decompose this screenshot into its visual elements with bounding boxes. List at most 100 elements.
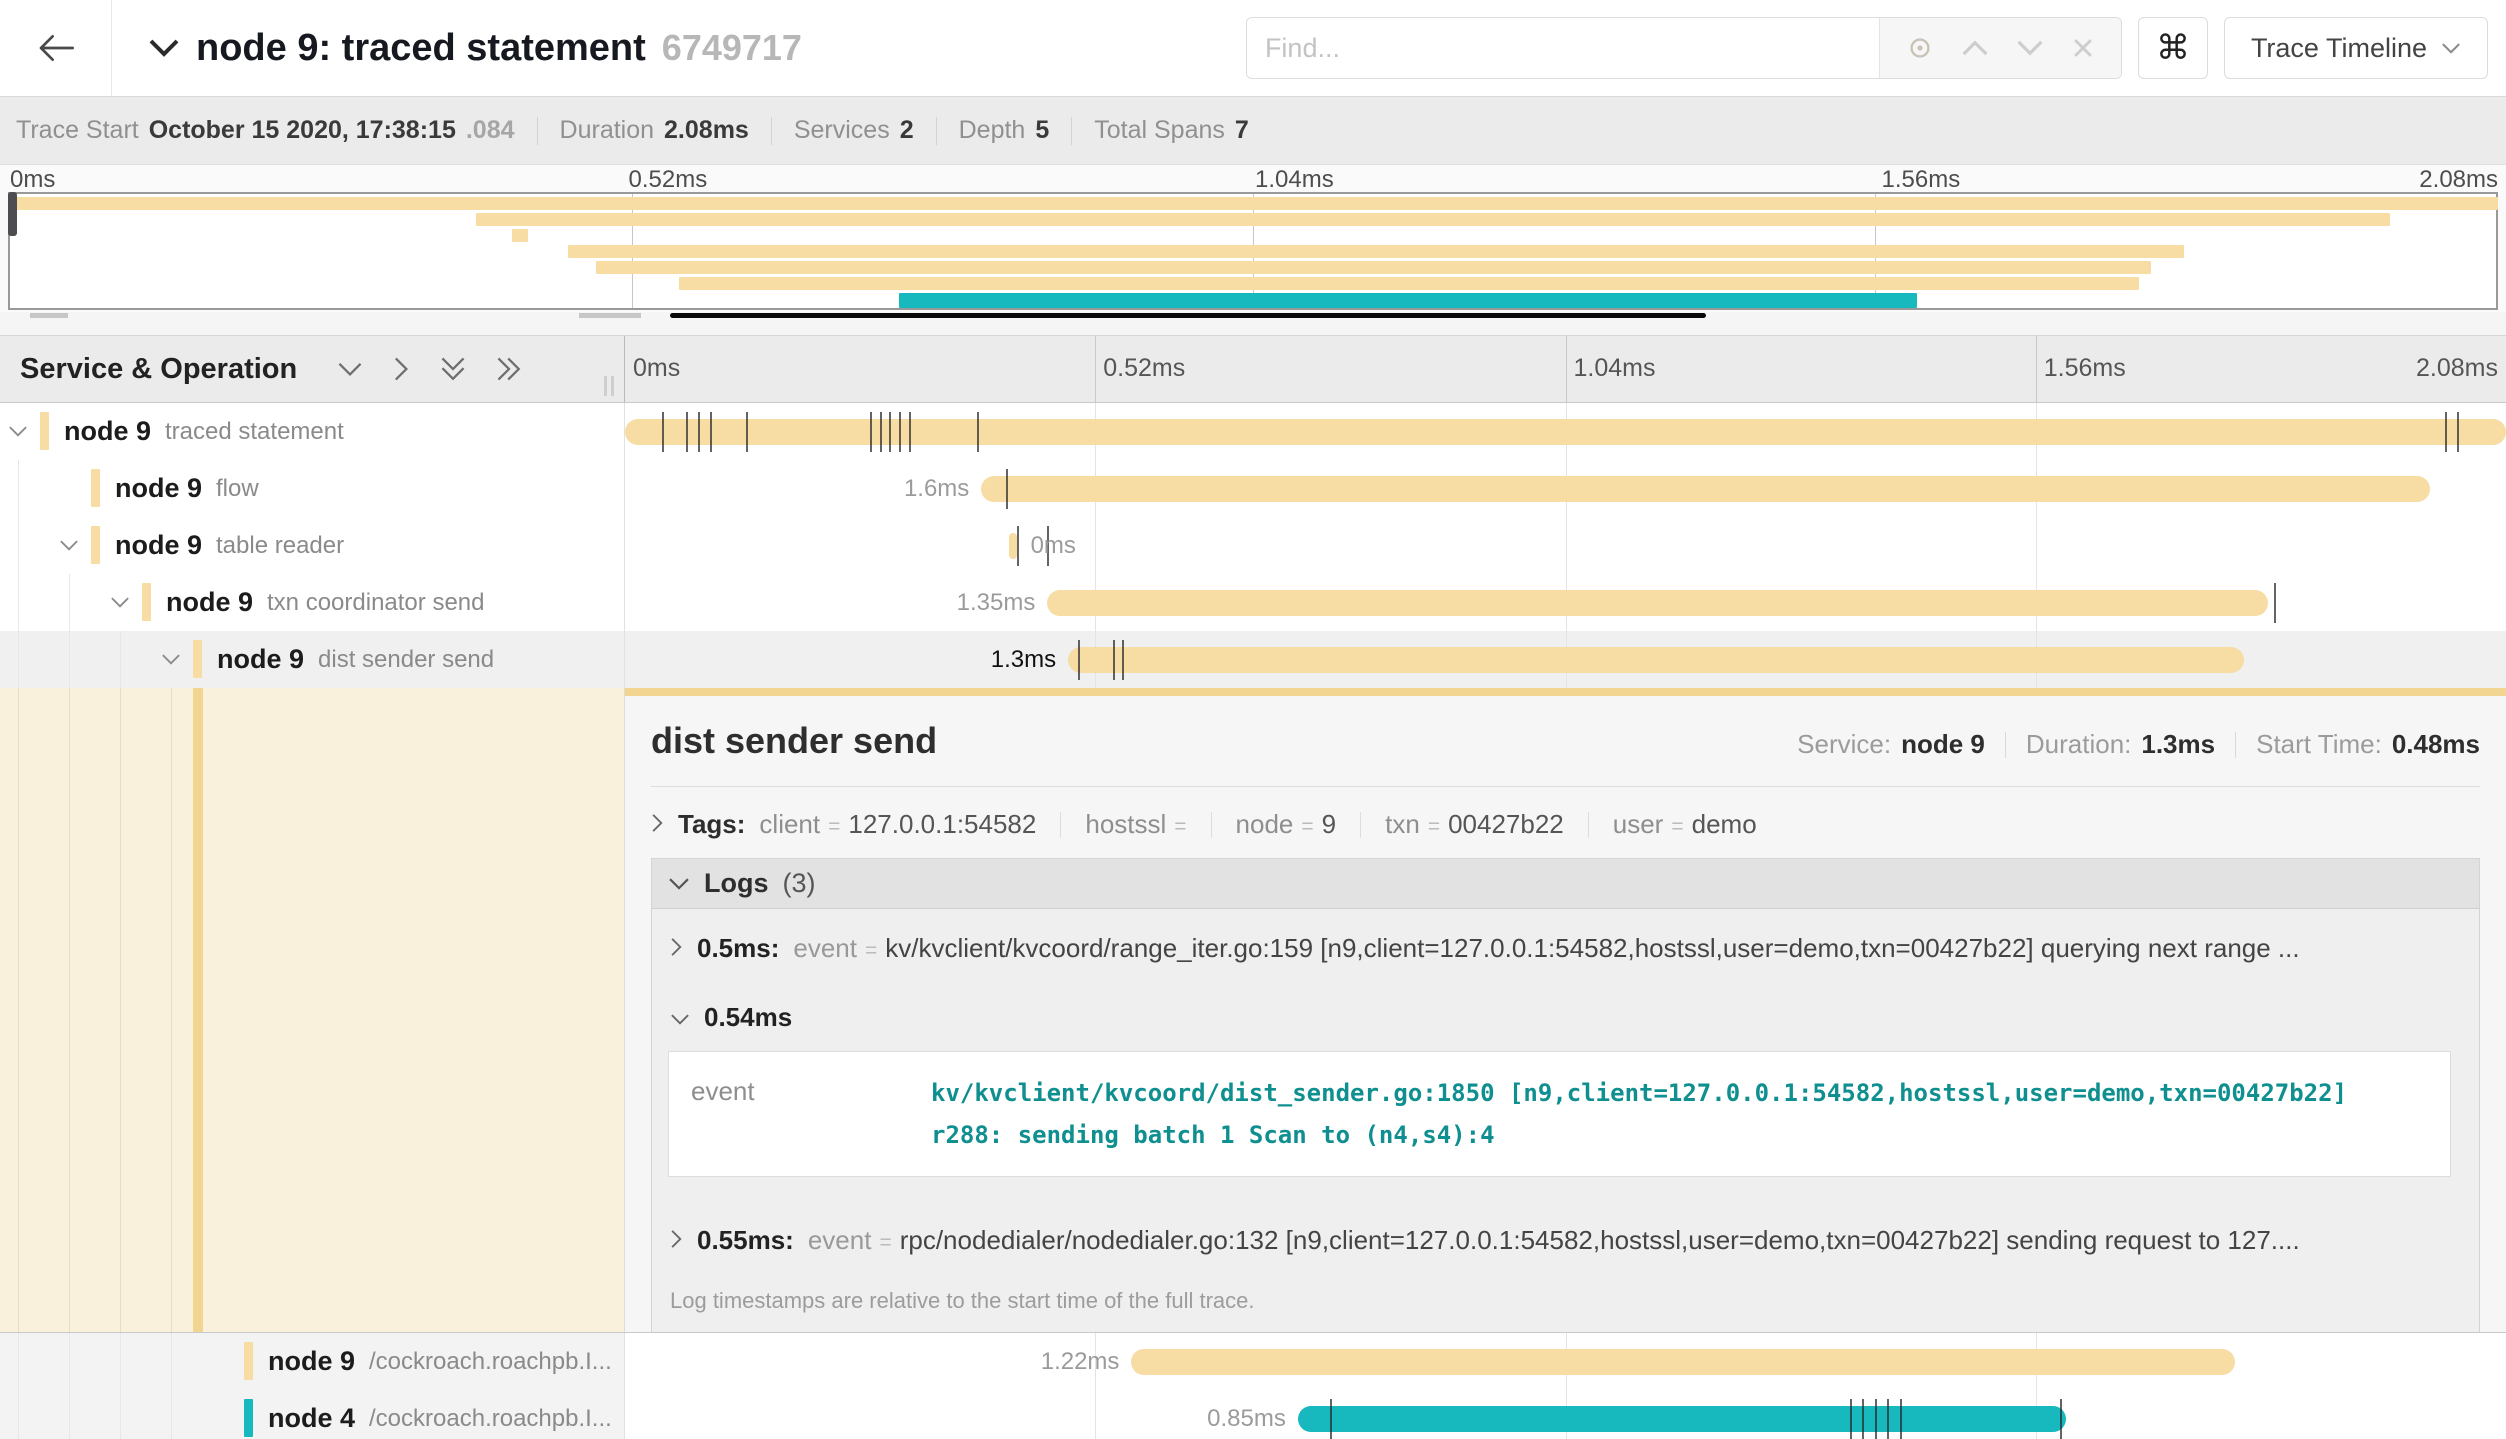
find-input[interactable] <box>1247 18 1879 78</box>
span-color-bar <box>244 1399 253 1437</box>
span-name-cell[interactable]: node 9flow <box>0 460 625 517</box>
keyboard-shortcuts-button[interactable]: ⌘ <box>2138 17 2208 79</box>
tag-divider <box>1360 812 1361 838</box>
span-color-bar <box>142 583 151 621</box>
meta-label: Duration: <box>2026 729 2132 760</box>
tag-key: node <box>1236 809 1294 840</box>
span-timeline-cell[interactable]: 1.22ms <box>625 1333 2506 1390</box>
span-row[interactable]: node 9/cockroach.roachpb.I...1.22ms <box>0 1333 2506 1390</box>
span-timeline-cell[interactable] <box>625 403 2506 460</box>
column-resizer-grip[interactable] <box>604 376 614 396</box>
span-detail-title: dist sender send <box>651 720 937 762</box>
find-clear-icon[interactable] <box>2072 37 2094 59</box>
timeline-ruler: 0ms0.52ms1.04ms1.56ms2.08ms <box>625 336 2506 402</box>
span-name-cell[interactable]: node 9traced statement <box>0 403 625 460</box>
tag-item[interactable]: hostssl= <box>1085 809 1186 840</box>
minimap-canvas[interactable] <box>8 192 2498 310</box>
tag-item[interactable]: txn=00427b22 <box>1385 809 1564 840</box>
equals-sign: = <box>828 815 840 839</box>
span-timeline-cell[interactable]: 0ms <box>625 517 2506 574</box>
tags-row[interactable]: Tags:client=127.0.0.1:54582hostssl=node=… <box>651 809 2480 840</box>
log-marker-tick <box>1875 1399 1877 1439</box>
tree-guide-line <box>18 1333 19 1390</box>
span-row[interactable]: node 9txn coordinator send1.35ms <box>0 574 2506 631</box>
find-prev-icon[interactable] <box>1961 39 1989 57</box>
tree-guide-line <box>18 1390 19 1439</box>
view-selector-button[interactable]: Trace Timeline <box>2224 17 2488 79</box>
summary-value: 2.08ms <box>664 116 749 145</box>
summary-value: 5 <box>1035 116 1049 145</box>
log-entry[interactable]: 0.55ms:event=rpc/nodedialer/nodedialer.g… <box>652 1201 2479 1278</box>
span-duration-bar[interactable] <box>625 419 2506 445</box>
logs-header[interactable]: Logs (3) <box>652 859 2479 909</box>
trace-timeline-page: node 9: traced statement 6749717 ⌘ Trace… <box>0 0 2506 1439</box>
tree-guide-line <box>120 631 121 688</box>
summary-label: Trace Start <box>16 116 139 145</box>
collapse-trace-chevron-icon[interactable] <box>148 38 180 58</box>
span-expand-chevron-icon[interactable] <box>161 653 181 666</box>
collapse-all-icon[interactable] <box>440 356 466 382</box>
span-expand-chevron-icon[interactable] <box>8 425 28 438</box>
span-row[interactable]: node 9table reader0ms <box>0 517 2506 574</box>
span-name-cell[interactable]: node 9dist sender send <box>0 631 625 688</box>
tag-divider <box>1588 812 1589 838</box>
span-name-cell[interactable]: node 9txn coordinator send <box>0 574 625 631</box>
tag-item[interactable]: client=127.0.0.1:54582 <box>759 809 1036 840</box>
minimap-drag-handle[interactable] <box>579 313 641 318</box>
span-timeline-cell[interactable]: 1.35ms <box>625 574 2506 631</box>
span-duration-bar[interactable] <box>981 476 2430 502</box>
span-expand-chevron-icon[interactable] <box>59 539 79 552</box>
log-marker-tick <box>710 412 712 452</box>
span-name-cell[interactable]: node 4/cockroach.roachpb.I... <box>0 1390 625 1439</box>
span-row[interactable]: node 9flow1.6ms <box>0 460 2506 517</box>
tag-item[interactable]: node=9 <box>1236 809 1337 840</box>
log-marker-tick <box>1900 1399 1902 1439</box>
tags-label: Tags: <box>678 809 745 840</box>
summary-value: 7 <box>1235 116 1249 145</box>
collapse-one-icon[interactable] <box>337 361 363 378</box>
span-duration-bar[interactable] <box>1009 533 1016 559</box>
tag-item[interactable]: user=demo <box>1613 809 1757 840</box>
span-name-cell[interactable]: node 9table reader <box>0 517 625 574</box>
ruler-tick-label: 1.04ms <box>1574 354 1656 383</box>
log-marker-tick <box>686 412 688 452</box>
span-timeline-cell[interactable]: 1.3ms <box>625 631 2506 688</box>
minimap-scrubber-handle[interactable] <box>8 192 17 236</box>
meta-label: Start Time: <box>2256 729 2382 760</box>
log-entry[interactable]: 0.5ms:event=kv/kvclient/kvcoord/range_it… <box>652 909 2479 986</box>
span-row[interactable]: node 9traced statement <box>0 403 2506 460</box>
tree-guide-line <box>171 1390 172 1439</box>
span-color-bar <box>40 412 49 450</box>
tree-guide-line <box>69 574 70 631</box>
span-color-bar <box>91 526 100 564</box>
find-next-icon[interactable] <box>2016 39 2044 57</box>
span-row[interactable]: node 9dist sender send1.3ms <box>0 631 2506 688</box>
ruler-tick-label: 0.52ms <box>1103 354 1185 383</box>
tree-guide-line <box>18 517 19 574</box>
summary-item: Total Spans7 <box>1094 116 1249 145</box>
minimap-span-bar <box>568 245 2184 258</box>
back-button[interactable] <box>0 0 112 96</box>
find-focus-icon[interactable] <box>1907 35 1933 61</box>
expand-one-icon[interactable] <box>393 356 410 382</box>
span-expand-chevron-icon[interactable] <box>110 596 130 609</box>
log-marker-tick <box>2274 583 2276 623</box>
selected-span-guide-stripe <box>193 688 203 1332</box>
span-timeline-cell[interactable]: 1.6ms <box>625 460 2506 517</box>
minimap-drag-handle[interactable] <box>30 313 68 318</box>
summary-value-suffix: .084 <box>466 116 515 145</box>
span-duration-bar[interactable] <box>1047 590 2268 616</box>
span-detail-row: dist sender send Service:node 9Duration:… <box>0 688 2506 1333</box>
span-duration-bar[interactable] <box>1298 1406 2067 1432</box>
scroll-position-indicator[interactable] <box>670 313 1706 318</box>
logs-footnote: Log timestamps are relative to the start… <box>652 1278 2479 1332</box>
span-timeline-cell[interactable]: 0.85ms <box>625 1390 2506 1439</box>
span-duration-bar[interactable] <box>1068 647 2244 673</box>
span-duration-bar[interactable] <box>1131 1349 2234 1375</box>
expand-all-icon[interactable] <box>496 356 522 382</box>
span-row[interactable]: node 4/cockroach.roachpb.I...0.85ms <box>0 1390 2506 1439</box>
log-entry-expanded-header[interactable]: 0.54ms <box>652 986 2479 1047</box>
summary-item: Trace StartOctober 15 2020, 17:38:15.084 <box>16 116 515 145</box>
service-operation-header: Service & Operation <box>0 336 625 402</box>
span-name-cell[interactable]: node 9/cockroach.roachpb.I... <box>0 1333 625 1390</box>
